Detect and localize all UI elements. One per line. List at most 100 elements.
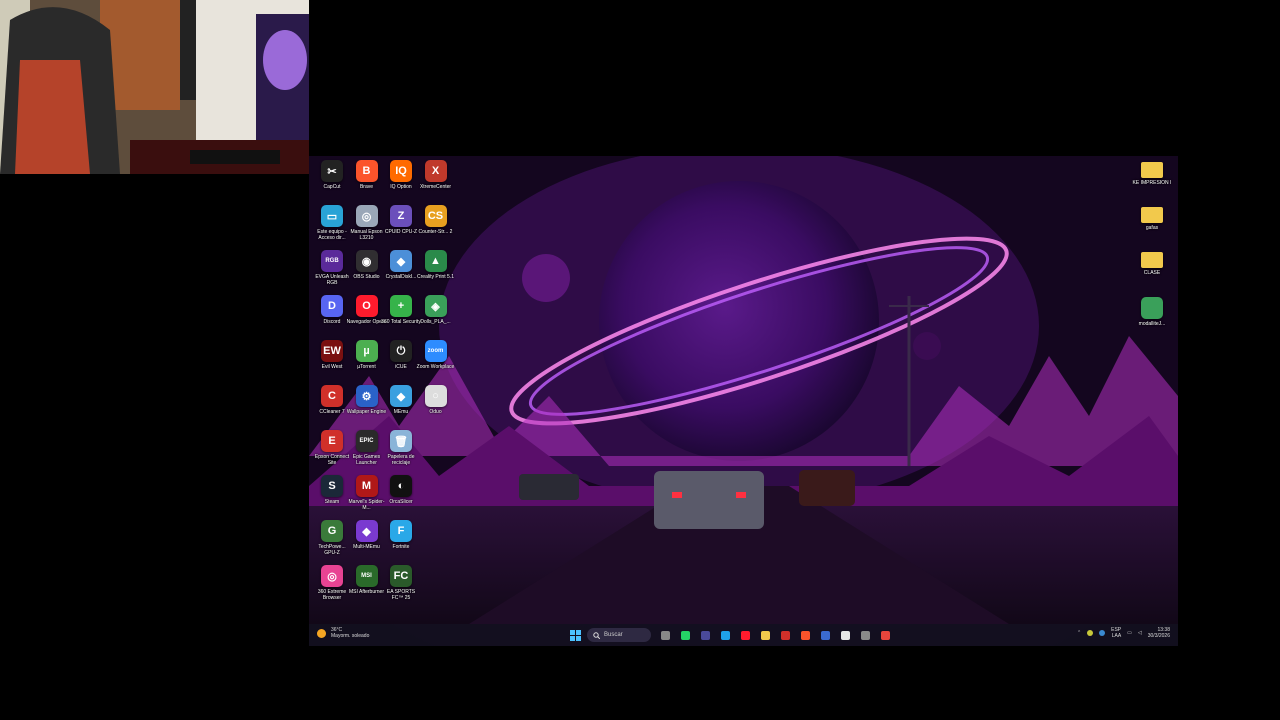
desktop-icon[interactable]: M Marvel's Spider-M... <box>349 475 384 511</box>
language-sub: LAA <box>1111 633 1122 639</box>
taskbar-app-button[interactable] <box>737 627 753 643</box>
volume-icon[interactable]: ◁ <box>1138 630 1142 636</box>
app-red-icon <box>780 630 790 640</box>
camera-icon <box>860 630 870 640</box>
taskbar-apps <box>657 627 897 643</box>
start-button[interactable] <box>567 627 583 643</box>
desktop-icon[interactable]: ◎ 360 Extreme Browser <box>315 565 349 601</box>
desktop-icon[interactable]: ◈ Dolls_PLA_... <box>419 295 453 325</box>
edge-icon <box>720 630 730 640</box>
desktop-icon[interactable]: ◐ OrcaSlicer <box>384 475 418 505</box>
desktop-icon-label: Counter-Str... 2 <box>418 229 453 235</box>
desktop-icon[interactable]: +360 Total Security <box>381 295 421 325</box>
desktop-icon[interactable]: MSI MSI Afterburner <box>349 565 384 595</box>
desktop-icon-label: EA SPORTS FC™ 25 <box>386 589 416 601</box>
taskbar-search[interactable]: Buscar <box>587 628 651 642</box>
capcut-icon: ✂ <box>321 160 343 182</box>
recycle-bin-icon: 🗑 <box>390 430 412 452</box>
taskbar-app-button[interactable] <box>837 627 853 643</box>
desktop-icon[interactable]: C CCleaner 7 <box>315 385 349 415</box>
desktop-icon-label: Oduo <box>429 409 442 415</box>
clock[interactable]: 13:38 30/3/2026 <box>1148 627 1170 639</box>
desktop-icon[interactable]: RGB EVGA Unleash RGB <box>315 250 349 286</box>
desktop-icon[interactable]: ⏻ iCUE <box>384 340 418 370</box>
oduo-icon: ○ <box>424 385 447 407</box>
desktop-icon[interactable]: FC EA SPORTS FC™ 25 <box>384 565 418 601</box>
taskbar-app-button[interactable] <box>697 627 713 643</box>
desktop-icon[interactable]: F Fortnite <box>384 520 418 550</box>
desktop-icon[interactable]: B Brave <box>350 160 384 190</box>
taskbar-app-button[interactable] <box>857 627 873 643</box>
desktop-icon[interactable]: ⚙ Wallpaper Engine <box>347 385 386 415</box>
zoom-icon: zoom <box>424 340 447 362</box>
creality-icon: ▲ <box>424 250 447 272</box>
desktop-icon[interactable]: ◆ MEmu <box>384 385 418 415</box>
brave-icon <box>800 630 810 640</box>
discord-icon: D <box>321 295 343 317</box>
desktop-icon[interactable]: ◆ CrystalDiskI... <box>384 250 418 280</box>
desktop-icon[interactable]: gafas <box>1135 207 1169 231</box>
desktop-icon[interactable]: modalliteJ... <box>1135 297 1169 327</box>
utorrent-icon: µ <box>355 340 378 362</box>
taskbar-app-button[interactable] <box>817 627 833 643</box>
epson-connect-icon: E <box>321 430 343 452</box>
taskbar-app-button[interactable] <box>777 627 793 643</box>
desktop-icon[interactable]: ✂ CapCut <box>315 160 349 190</box>
taskbar-app-button[interactable] <box>877 627 893 643</box>
orcaslicer-icon: ◐ <box>390 475 412 497</box>
ea-fc25-icon: FC <box>390 565 412 587</box>
desktop-icon-label: Creality Print 5.1 <box>417 274 454 280</box>
360-browser-icon: ◎ <box>321 565 343 587</box>
terminal-icon <box>700 630 710 640</box>
desktop-icon[interactable]: KE IMPRESION I <box>1133 162 1171 186</box>
weather-widget[interactable]: 36°C Mayorm. soleado <box>317 627 369 639</box>
dolls-pla-icon <box>1141 297 1163 319</box>
search-icon <box>593 631 600 639</box>
msi-afterburner-icon: MSI <box>355 565 378 587</box>
desktop-icon[interactable]: ▲ Creality Print 5.1 <box>417 250 454 280</box>
desktop-icon-label: Zoom Workplace <box>416 364 455 370</box>
epson-manual-icon: ◎ <box>355 205 378 227</box>
steam-icon: S <box>321 475 343 497</box>
evga-rgb-icon: RGB <box>321 250 343 272</box>
desktop-icon[interactable]: µ µTorrent <box>350 340 384 370</box>
taskbar-app-button[interactable] <box>757 627 773 643</box>
desktop-icon-label: Fortnite <box>392 544 410 550</box>
desktop-icon[interactable]: E Epson Connect Site <box>315 430 349 466</box>
file-explorer-icon <box>760 630 770 640</box>
tray-chevron-icon[interactable]: ⌃ <box>1077 630 1081 636</box>
desktop-icon[interactable]: D Discord <box>315 295 349 325</box>
language-indicator[interactable]: ESP LAA <box>1111 627 1121 639</box>
desktop-icon[interactable]: EPIC Epic Games Launcher <box>350 430 384 466</box>
desktop-icon[interactable]: ○ Oduo <box>419 385 453 415</box>
desktop-icon[interactable]: zoom Zoom Workplace <box>416 340 455 370</box>
taskbar-app-button[interactable] <box>677 627 693 643</box>
desktop-icon[interactable]: EW Evil West <box>315 340 349 370</box>
desktop-icon[interactable]: CLASE <box>1135 252 1169 276</box>
tray-app-icon[interactable] <box>1087 630 1094 636</box>
desktop-icon[interactable]: S Steam <box>315 475 349 505</box>
desktop-icon[interactable]: Z CPUID CPU-Z <box>384 205 418 235</box>
taskbar-app-button[interactable] <box>797 627 813 643</box>
tray-bluetooth-icon[interactable] <box>1099 630 1106 636</box>
desktop-icon[interactable]: X XtremeCenter <box>419 160 453 190</box>
desktop: ✂ CapCut B Brave IQ IQ Option X XtremeCenter ▭ Es… <box>309 156 1178 646</box>
taskbar-app-button[interactable] <box>657 627 673 643</box>
desktop-icon[interactable]: ▭ Este equipo - Acceso dir... <box>315 205 349 241</box>
desktop-icon[interactable]: ◎ Manual Epson L3210 <box>350 205 384 241</box>
desktop-icon[interactable]: CS Counter-Str... 2 <box>419 205 453 235</box>
desktop-icon[interactable]: G TechPowe... GPU-Z <box>315 520 349 556</box>
desktop-icon[interactable]: ◆ Multi-MEmu <box>350 520 384 550</box>
app-window-icon <box>820 630 830 640</box>
ccleaner-icon: C <box>321 385 343 407</box>
search-placeholder: Buscar <box>604 632 623 638</box>
desktop-icon[interactable]: IQ IQ Option <box>384 160 418 190</box>
task-view-icon <box>660 630 670 640</box>
desktop-icon[interactable]: ◉ OBS Studio <box>350 250 384 280</box>
desktop-icon[interactable]: 🗑 Papelera de reciclaje <box>384 430 418 466</box>
network-icon[interactable]: ▭ <box>1127 630 1132 636</box>
desktop-icon[interactable]: O Navegador Opera <box>347 295 386 325</box>
taskbar-app-button[interactable] <box>717 627 733 643</box>
desktop-icon-label: Papelera de reciclaje <box>387 454 415 466</box>
icue-icon: ⏻ <box>390 340 412 362</box>
